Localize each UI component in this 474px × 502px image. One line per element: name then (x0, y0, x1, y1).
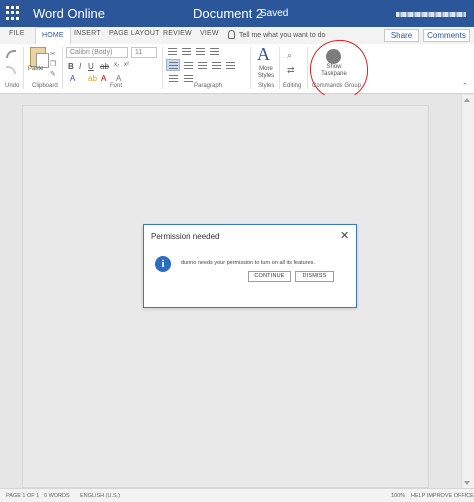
user-name-blurred[interactable] (396, 12, 466, 17)
find-icon[interactable]: ⌕ (287, 50, 292, 61)
scroll-up-icon[interactable] (464, 98, 470, 102)
redo-icon[interactable] (6, 66, 16, 74)
increase-indent-icon[interactable] (210, 48, 219, 55)
styles-icon[interactable]: A (257, 44, 270, 65)
zoom-level[interactable]: 100% (391, 493, 405, 499)
strikethrough-icon[interactable]: ab (100, 62, 109, 71)
document-name[interactable]: Document 2 (193, 6, 263, 21)
tab-file[interactable]: FILE (9, 30, 25, 37)
editing-group-label: Editing (283, 83, 302, 89)
align-left-icon[interactable] (169, 62, 178, 69)
tab-page-layout[interactable]: PAGE LAYOUT (109, 30, 160, 37)
comments-button[interactable]: Comments (423, 29, 470, 42)
close-icon[interactable]: ✕ (340, 229, 349, 242)
clear-formatting-icon[interactable]: A (116, 74, 121, 83)
divider (23, 47, 24, 89)
dialog-message: dunno needs your permission to turn on a… (181, 260, 315, 266)
tab-view[interactable]: VIEW (200, 30, 219, 37)
app-launcher-icon[interactable] (6, 6, 20, 20)
comments-label: Comments (427, 31, 466, 40)
font-family-select[interactable]: Calibri (Body) (66, 47, 128, 58)
divider (162, 47, 163, 89)
font-group-label: Font (110, 83, 123, 89)
font-size-value: 11 (135, 49, 143, 56)
highlight-icon[interactable]: ab (88, 74, 97, 83)
undo-group-label: Undo (5, 83, 20, 89)
decrease-indent-icon[interactable] (196, 48, 205, 55)
styles-group-label: Styles (258, 83, 275, 89)
rtl-icon[interactable] (184, 75, 193, 82)
ribbon-home: Undo Paste ✂ ❐ ✎ Clipboard Calibri (Body) … (0, 44, 474, 94)
clipboard-group-label: Clipboard (32, 83, 58, 89)
undo-icon[interactable] (6, 50, 16, 58)
justify-icon[interactable] (212, 62, 221, 69)
continue-button[interactable]: CONTINUE (248, 271, 291, 282)
divider (250, 47, 251, 89)
vertical-scrollbar[interactable] (461, 95, 474, 488)
tab-home[interactable]: HOME (35, 27, 71, 44)
language[interactable]: ENGLISH (U.S.) (80, 493, 120, 499)
page-count: PAGE 1 OF 1 (6, 493, 40, 499)
paragraph-group-label: Paragraph (194, 83, 223, 89)
continue-label: CONTINUE (254, 273, 285, 279)
title-bar: Word Online Document 2 Saved (0, 0, 474, 27)
paste-icon[interactable] (30, 47, 49, 68)
dismiss-button[interactable]: DISMISS (295, 271, 334, 282)
app-name[interactable]: Word Online (33, 6, 105, 21)
line-spacing-icon[interactable] (226, 62, 235, 69)
font-color-icon[interactable]: A (101, 74, 106, 83)
lightbulb-icon (228, 30, 235, 39)
scroll-down-icon[interactable] (464, 481, 470, 485)
save-status: Saved (260, 8, 289, 19)
tab-review[interactable]: REVIEW (163, 30, 192, 37)
paste-label[interactable]: Paste (28, 66, 43, 72)
divider (62, 47, 63, 89)
numbering-icon[interactable] (182, 48, 191, 55)
underline-icon[interactable]: U (88, 62, 94, 71)
ltr-icon[interactable] (169, 75, 178, 82)
word-count: 0 WORDS (44, 493, 70, 499)
share-label: Share (390, 31, 413, 40)
bullets-icon[interactable] (168, 48, 177, 55)
text-effects-icon[interactable]: A (70, 74, 75, 83)
status-bar: PAGE 1 OF 1 0 WORDS ENGLISH (U.S.) 100% … (0, 488, 474, 502)
align-right-icon[interactable] (198, 62, 207, 69)
cut-copy-format-icons[interactable]: ✂ ❐ ✎ (50, 50, 58, 80)
superscript-icon[interactable]: x² (124, 62, 129, 68)
align-center-icon[interactable] (184, 62, 193, 69)
tell-me-text: Tell me what you want to do (239, 32, 326, 39)
help-improve-office[interactable]: HELP IMPROVE OFFICE (411, 493, 474, 499)
dismiss-label: DISMISS (302, 273, 327, 279)
info-icon: i (155, 256, 171, 272)
permission-dialog: Permission needed ✕ i dunno needs your p… (143, 224, 357, 308)
dialog-title: Permission needed (151, 232, 220, 241)
divider (279, 47, 280, 89)
replace-icon[interactable]: ⇄ (287, 65, 295, 76)
subscript-icon[interactable]: x₂ (114, 62, 119, 68)
divider (307, 47, 308, 89)
more-styles-button[interactable]: More Styles (253, 66, 279, 80)
tell-me-search[interactable]: Tell me what you want to do (228, 30, 325, 39)
font-size-select[interactable]: 11 (131, 47, 157, 58)
font-family-value: Calibri (Body) (70, 49, 113, 56)
collapse-ribbon-icon[interactable]: ⌃ (462, 82, 468, 90)
share-button[interactable]: Share (384, 29, 419, 42)
tab-insert[interactable]: INSERT (74, 30, 101, 37)
bold-icon[interactable]: B (68, 62, 74, 71)
italic-icon[interactable]: I (79, 62, 81, 71)
